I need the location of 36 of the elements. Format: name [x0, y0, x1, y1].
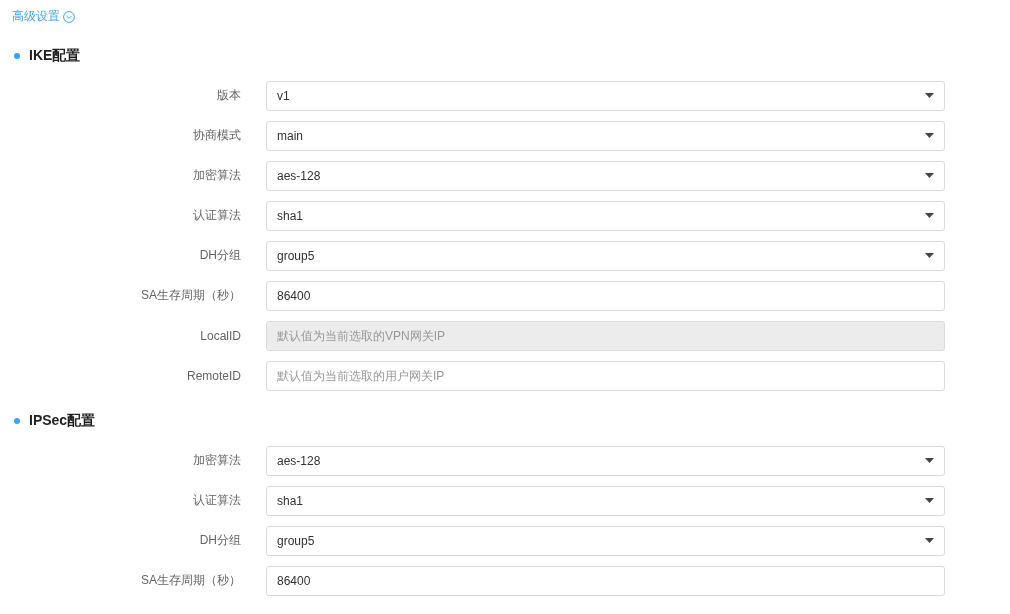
field-label: DH分组: [198, 532, 242, 549]
field-label: 加密算法: [192, 167, 242, 184]
field-label: SA生存周期（秒）: [140, 572, 242, 589]
select-field[interactable]: v1: [266, 80, 945, 111]
field-label: RemoteID: [185, 368, 242, 383]
section-title: IKE配置: [29, 46, 81, 65]
select-field[interactable]: aes-128: [266, 160, 945, 191]
caret-icon: [925, 133, 934, 138]
field-label: 加密算法: [192, 452, 242, 469]
field-label: 认证算法: [192, 492, 242, 509]
field-label: DH分组: [198, 247, 242, 264]
field-label: 协商模式: [192, 127, 242, 144]
select-field[interactable]: sha1: [266, 200, 945, 231]
select-field[interactable]: group5: [266, 525, 945, 556]
caret-icon: [925, 498, 934, 503]
caret-icon: [925, 538, 934, 543]
input-field[interactable]: 默认值为当前选取的用户网关IP: [266, 360, 945, 391]
section-title: IPSec配置: [29, 411, 96, 430]
bullet-dot: [14, 417, 20, 424]
select-field[interactable]: aes-128: [266, 445, 945, 476]
bullet-dot: [14, 52, 20, 59]
caret-icon: [925, 213, 934, 218]
field-label: 版本: [216, 87, 242, 104]
input-field[interactable]: 86400: [266, 565, 945, 596]
select-field[interactable]: group5: [266, 240, 945, 271]
field-label: 认证算法: [192, 207, 242, 224]
select-field[interactable]: main: [266, 120, 945, 151]
input-field[interactable]: 86400: [266, 280, 945, 311]
caret-icon: [925, 173, 934, 178]
field-label: SA生存周期（秒）: [140, 287, 242, 304]
chevron-circle-icon: [63, 10, 75, 23]
caret-icon: [925, 458, 934, 463]
field-label: LocalID: [199, 328, 242, 343]
caret-icon: [925, 93, 934, 98]
select-field[interactable]: sha1: [266, 485, 945, 516]
caret-icon: [925, 253, 934, 258]
